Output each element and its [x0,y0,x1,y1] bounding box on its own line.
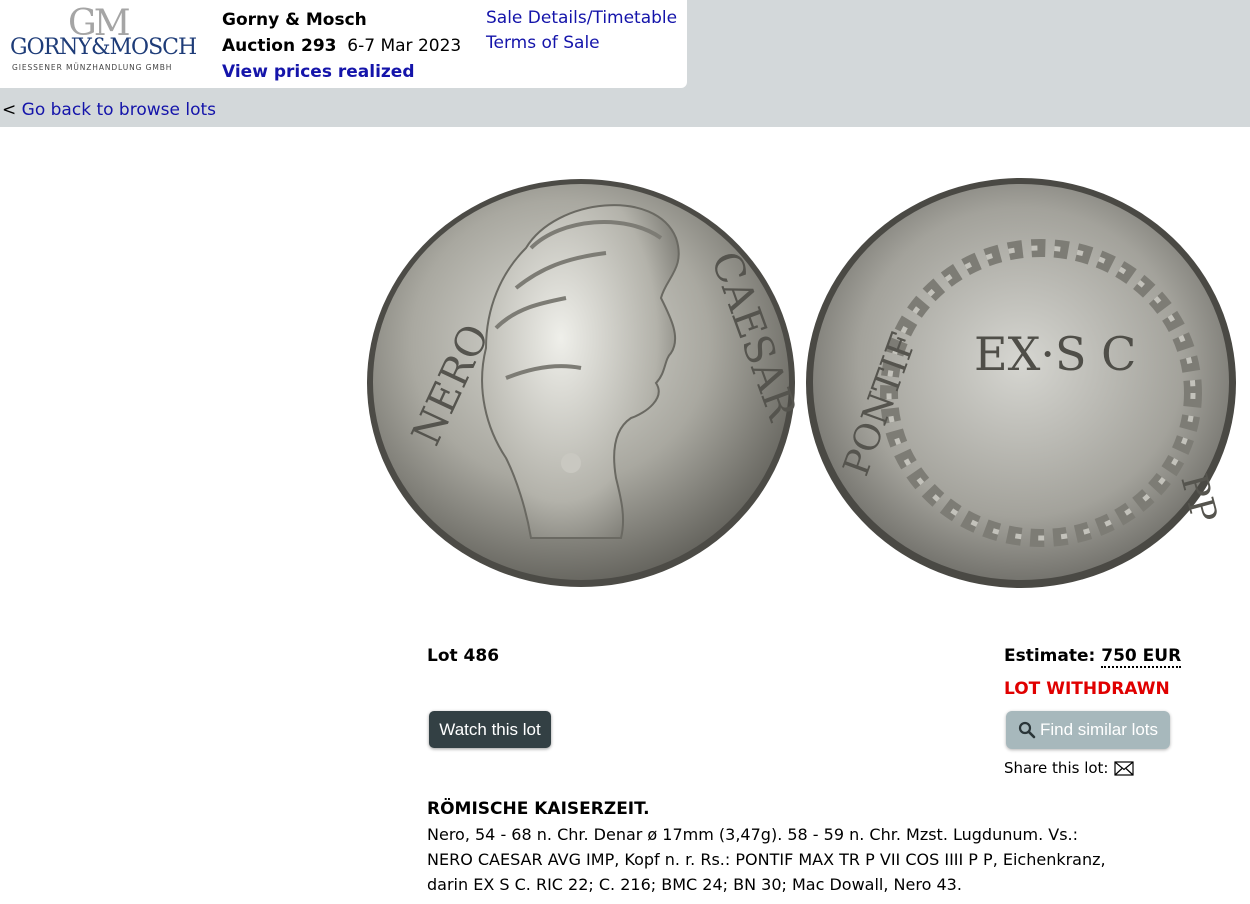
sale-details-link[interactable]: Sale Details/Timetable [486,6,677,31]
auction-header: GM GORNY&MOSCH GIESSENER MÜNZHANDLUNG GM… [0,0,687,88]
lot-status-withdrawn: LOT WITHDRAWN [1004,679,1170,699]
magnifier-icon [1018,721,1036,739]
logo-name: GORNY&MOSCH [10,35,197,60]
share-label: Share this lot: [1004,759,1109,777]
estimate: Estimate: 750 EUR [1004,646,1182,668]
coin-reverse: EX·S C PONTIF PP [806,178,1236,588]
terms-of-sale-link[interactable]: Terms of Sale [486,31,677,56]
coin-image[interactable]: NERO CAESAR EX·S C PONTIF PP [366,178,1236,590]
auction-links: Sale Details/Timetable Terms of Sale [486,6,677,56]
estimate-value[interactable]: 750 EUR [1101,646,1182,668]
back-to-browse-link[interactable]: Go back to browse lots [22,100,216,120]
auction-dates: 6-7 Mar 2023 [347,36,462,56]
description-line-2: NERO CAESAR AVG IMP, Kopf n. r. Rs.: PON… [427,850,1106,869]
auction-line: Auction 293 6-7 Mar 2023 [222,33,461,59]
auction-number: Auction 293 [222,36,337,56]
find-similar-lots-label: Find similar lots [1039,720,1159,739]
auction-house-logo[interactable]: GM GORNY&MOSCH GIESSENER MÜNZHANDLUNG GM… [10,6,205,78]
share-lot: Share this lot: [1004,759,1135,777]
description-heading: RÖMISCHE KAISERZEIT. [427,799,650,819]
watch-lot-button[interactable]: Watch this lot [429,711,551,748]
view-prices-link[interactable]: View prices realized [222,62,415,82]
coin-photo: NERO CAESAR EX·S C PONTIF PP [367,178,1236,588]
envelope-icon[interactable] [1114,760,1135,776]
auction-info: Gorny & Mosch Auction 293 6-7 Mar 2023 V… [222,7,461,85]
auction-house-name: Gorny & Mosch [222,10,367,30]
lot-title: Lot 486 [427,646,500,666]
coin-obverse: NERO CAESAR [367,179,805,587]
reverse-inscription: EX·S C [974,327,1136,381]
logo-subtitle: GIESSENER MÜNZHANDLUNG GMBH [12,63,173,72]
estimate-label: Estimate: [1004,646,1096,666]
back-navigation: < Go back to browse lots [2,100,216,120]
lot-description: RÖMISCHE KAISERZEIT. Nero, 54 - 68 n. Ch… [427,797,1187,897]
back-arrow: < [2,100,17,120]
find-similar-lots-button[interactable]: Find similar lots [1006,711,1170,749]
description-line-3: darin EX S C. RIC 22; C. 216; BMC 24; BN… [427,875,962,894]
description-line-1: Nero, 54 - 68 n. Chr. Denar ø 17mm (3,47… [427,825,1079,844]
